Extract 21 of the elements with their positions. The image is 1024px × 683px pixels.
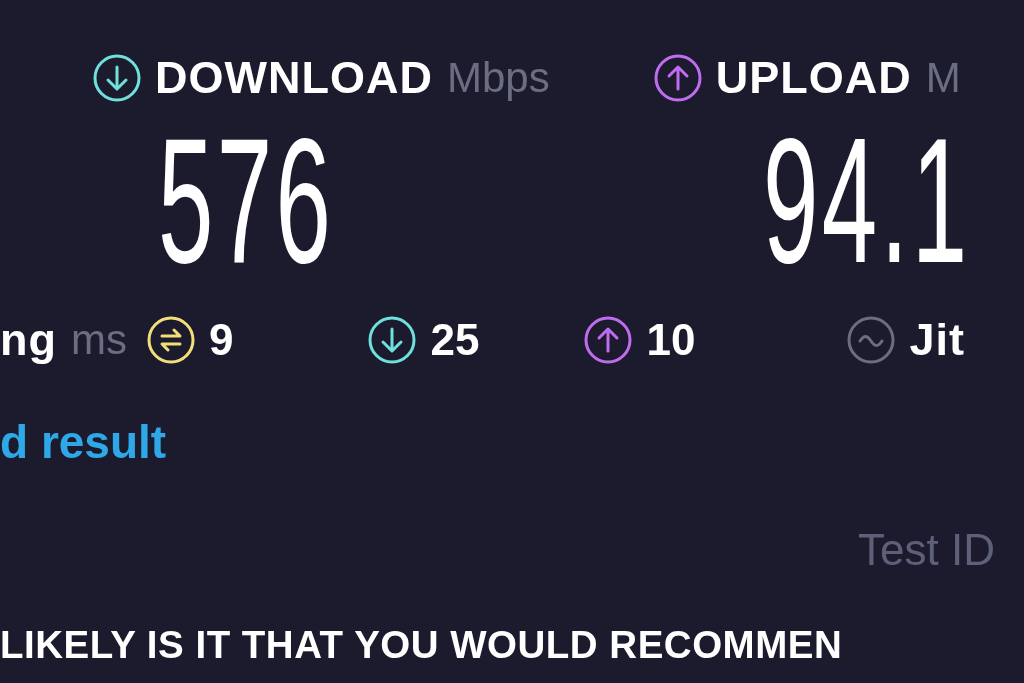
test-id-label: Test ID: [858, 525, 995, 575]
arrow-up-icon: [653, 54, 702, 102]
arrow-up-icon: [584, 316, 633, 364]
unit-label: ms: [71, 316, 127, 364]
latency-value: 9: [209, 315, 234, 365]
result-link[interactable]: d result: [0, 415, 167, 469]
jitter-label: Jit: [909, 314, 965, 366]
latency-value: 10: [646, 315, 696, 365]
ping-label: ng: [0, 314, 57, 366]
wave-icon: [847, 316, 896, 364]
unit-label: M: [925, 54, 961, 102]
latency-value: 25: [430, 315, 480, 365]
arrow-down-icon: [368, 316, 417, 364]
swap-arrows-icon: [147, 316, 195, 364]
unit-label: Mbps: [446, 54, 550, 102]
arrow-down-icon: [93, 54, 141, 102]
upload-label: UPLOAD: [715, 52, 912, 104]
upload-speed: 94.1: [763, 126, 971, 276]
survey-question: LIKELY IS IT THAT YOU WOULD RECOMMEN: [0, 623, 843, 667]
download-label: DOWNLOAD: [155, 52, 433, 104]
download-speed: 576: [158, 126, 335, 276]
